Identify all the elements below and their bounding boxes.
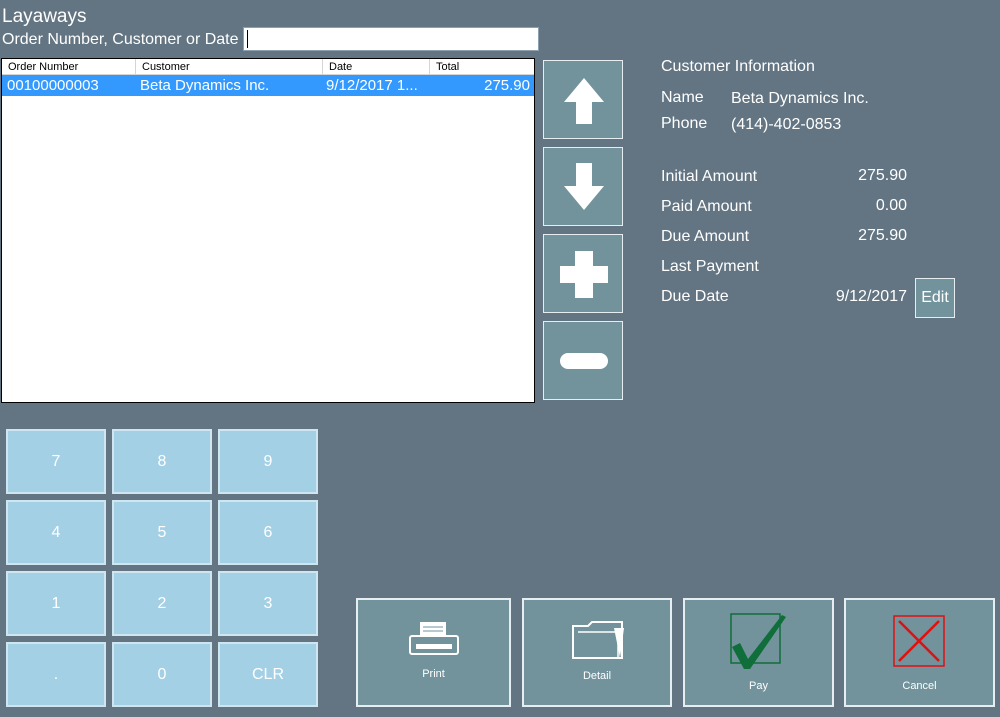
paid-amount-label: Paid Amount	[661, 198, 752, 215]
initial-amount-label: Initial Amount	[661, 168, 758, 185]
cell-order-number: 00100000003	[7, 77, 99, 94]
key-6[interactable]: 6	[218, 500, 318, 565]
pay-label: Pay	[749, 680, 768, 692]
column-header-total[interactable]: Total	[430, 59, 534, 74]
last-payment-label: Last Payment	[661, 258, 759, 275]
key-9[interactable]: 9	[218, 429, 318, 494]
cell-customer: Beta Dynamics Inc.	[140, 77, 270, 94]
column-header-customer[interactable]: Customer	[136, 59, 323, 74]
customer-info-heading: Customer Information	[661, 58, 815, 75]
name-value: Beta Dynamics Inc.	[731, 90, 869, 107]
move-up-button[interactable]	[543, 60, 623, 139]
search-input[interactable]	[243, 27, 539, 51]
order-list[interactable]: Order Number Customer Date Total 0010000…	[1, 58, 535, 403]
arrow-up-icon	[564, 78, 604, 124]
phone-value: (414)-402-0853	[731, 116, 842, 133]
minus-icon	[560, 353, 608, 369]
print-label: Print	[422, 668, 445, 680]
checkmark-icon	[730, 613, 786, 669]
key-7[interactable]: 7	[6, 429, 106, 494]
due-amount-value: 275.90	[858, 227, 907, 244]
initial-amount-value: 275.90	[858, 167, 907, 184]
add-button[interactable]	[543, 234, 623, 313]
phone-label: Phone	[661, 115, 708, 132]
detail-label: Detail	[582, 670, 612, 682]
key-5[interactable]: 5	[112, 500, 212, 565]
remove-button[interactable]	[543, 321, 623, 400]
pay-button[interactable]: Pay	[683, 598, 834, 707]
column-header-date[interactable]: Date	[323, 59, 430, 74]
x-icon	[893, 615, 945, 667]
keypad: 7 8 9 4 5 6 1 2 3 . 0 CLR	[6, 429, 320, 708]
due-amount-label: Due Amount	[661, 228, 750, 245]
table-row[interactable]: 00100000003 Beta Dynamics Inc. 9/12/2017…	[2, 75, 534, 96]
key-3[interactable]: 3	[218, 571, 318, 636]
key-decimal[interactable]: .	[6, 642, 106, 707]
key-8[interactable]: 8	[112, 429, 212, 494]
cancel-label: Cancel	[902, 680, 937, 692]
due-date-label: Due Date	[661, 288, 729, 305]
arrow-down-icon	[564, 163, 604, 210]
list-header: Order Number Customer Date Total	[2, 59, 534, 75]
name-label: Name	[661, 89, 704, 106]
paid-amount-value: 0.00	[875, 197, 907, 214]
key-2[interactable]: 2	[112, 571, 212, 636]
detail-button[interactable]: Detail	[522, 598, 672, 707]
cancel-button[interactable]: Cancel	[844, 598, 995, 707]
folder-icon	[572, 621, 624, 659]
search-label: Order Number, Customer or Date	[2, 31, 239, 48]
due-date-value: 9/12/2017	[835, 288, 907, 305]
text-caret	[247, 30, 248, 48]
key-0[interactable]: 0	[112, 642, 212, 707]
edit-due-date-button[interactable]: Edit	[915, 278, 955, 318]
print-button[interactable]: Print	[356, 598, 511, 707]
column-header-order-number[interactable]: Order Number	[2, 59, 136, 74]
printer-icon	[409, 622, 459, 655]
key-4[interactable]: 4	[6, 500, 106, 565]
key-clear[interactable]: CLR	[218, 642, 318, 707]
move-down-button[interactable]	[543, 147, 623, 226]
cell-total: 275.90	[484, 77, 530, 94]
key-1[interactable]: 1	[6, 571, 106, 636]
plus-icon	[560, 251, 608, 298]
page-title: Layaways	[2, 6, 87, 27]
cell-date: 9/12/2017 1...	[326, 77, 418, 94]
